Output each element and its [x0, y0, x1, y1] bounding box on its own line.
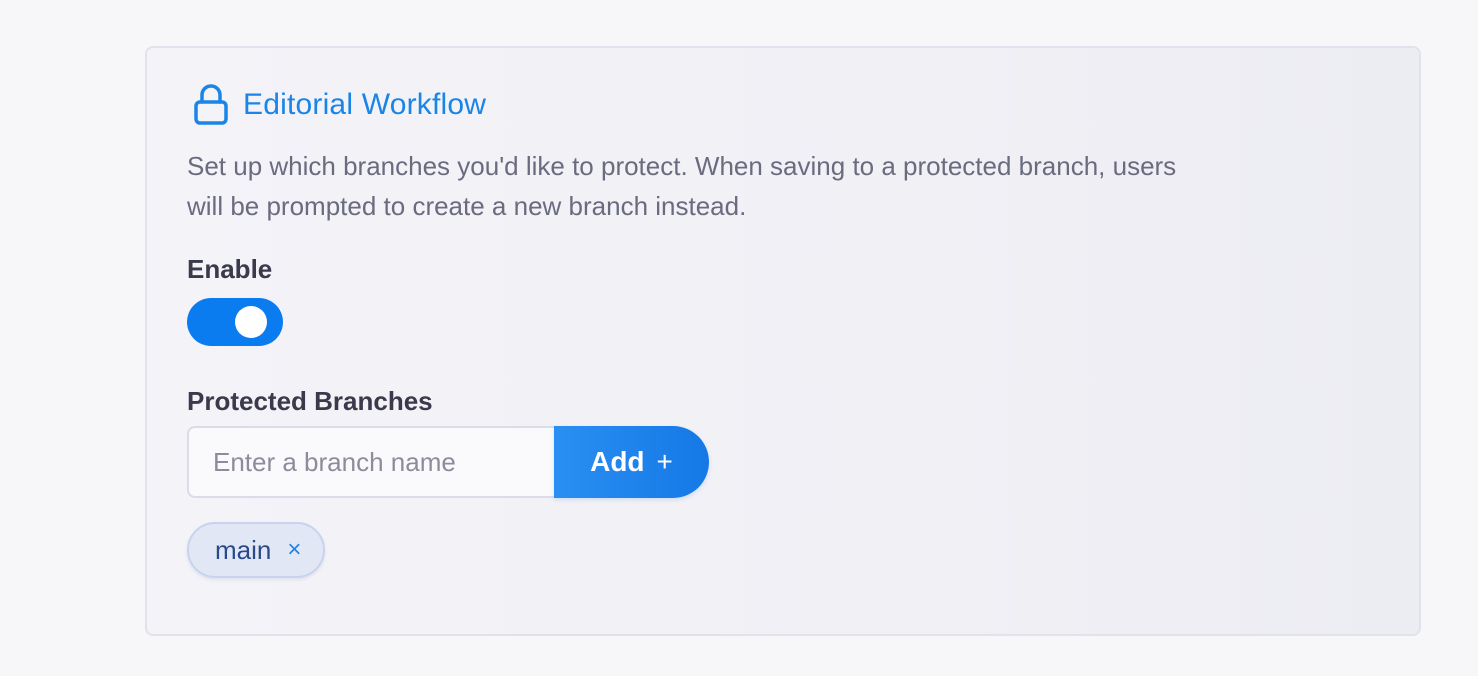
branch-name-input[interactable] [187, 426, 555, 498]
enable-label: Enable [187, 254, 273, 284]
add-branch-button[interactable]: Add + [554, 426, 709, 498]
section-description: Set up which branches you'd like to prot… [187, 151, 1177, 221]
section-header: Editorial Workflow [193, 84, 486, 126]
remove-tag-icon[interactable]: × [287, 538, 301, 562]
branch-tag-label: main [215, 534, 272, 565]
protected-branches-label: Protected Branches [187, 386, 433, 416]
editorial-workflow-card: Editorial Workflow Set up which branches… [145, 46, 1421, 636]
section-title: Editorial Workflow [243, 88, 487, 121]
add-button-label: Add [590, 446, 645, 477]
plus-icon: + [656, 446, 673, 477]
toggle-knob [235, 306, 267, 338]
lock-icon [194, 84, 228, 125]
enable-toggle[interactable] [187, 298, 283, 346]
branch-tag: main × [187, 522, 326, 578]
